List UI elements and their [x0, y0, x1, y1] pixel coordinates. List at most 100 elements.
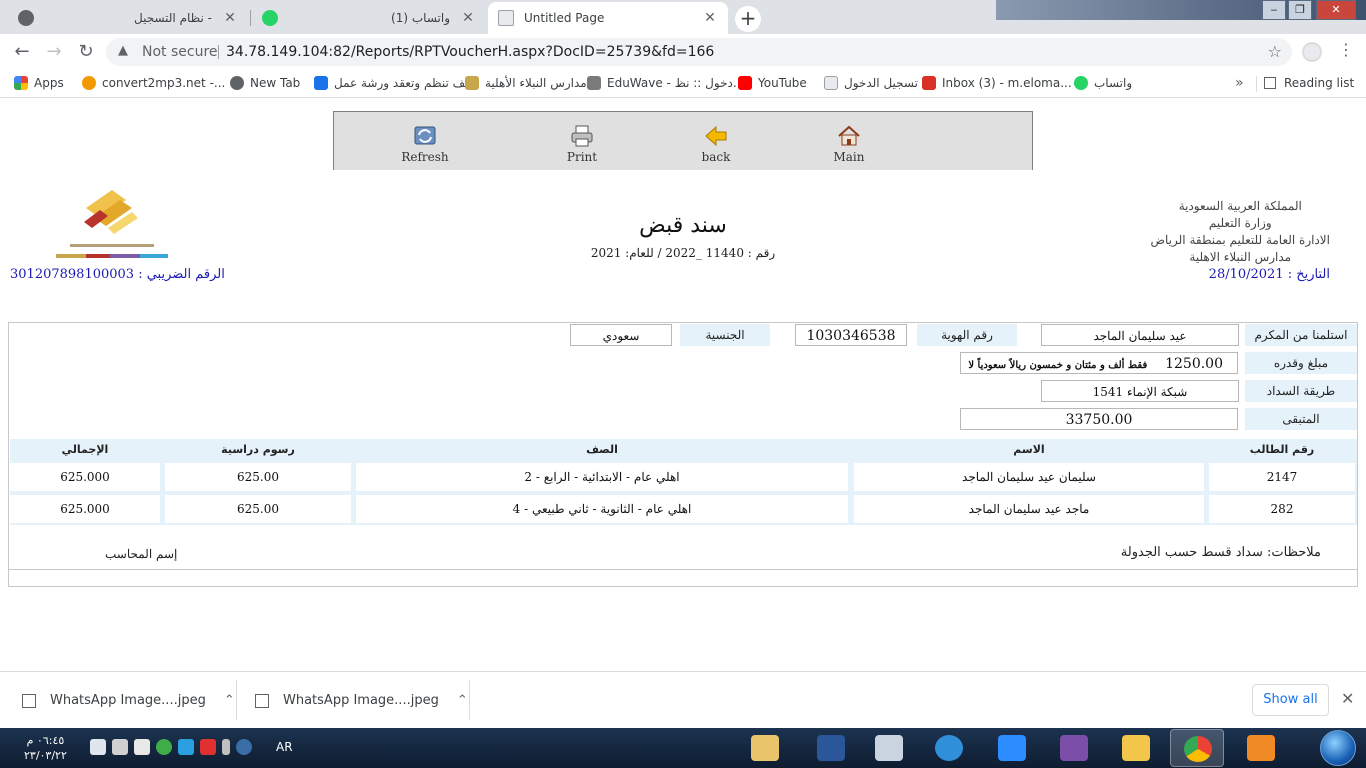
taskbar-zoom[interactable] — [985, 729, 1039, 767]
bookmark-new-tab[interactable]: New Tab — [230, 76, 300, 90]
bookmark-youtube[interactable]: YouTube — [738, 76, 807, 90]
voucher-number: رقم : 11440 _2022 / للعام: 2021 — [590, 246, 776, 260]
cell-total: 625.000 — [10, 463, 160, 491]
whatsapp-icon — [262, 10, 278, 26]
back-label: back — [701, 150, 731, 164]
close-icon[interactable]: ✕ — [702, 10, 718, 26]
nationality-label: الجنسية — [680, 324, 770, 346]
back-arrow-icon — [705, 125, 727, 147]
bookmark-convert2mp3[interactable]: convert2mp3.net -... — [82, 76, 225, 90]
cell-class: اهلي عام - الثانوية - ثاني طبيعي - 4 — [356, 495, 848, 523]
tray-arrow-icon[interactable] — [222, 739, 230, 755]
more-bookmarks-icon[interactable]: » — [1235, 75, 1244, 91]
refresh-button[interactable]: Refresh — [385, 124, 465, 164]
cell-name: سليمان عيد سليمان الماجد — [854, 463, 1204, 491]
chevron-up-icon[interactable]: ⌃ — [457, 693, 468, 708]
taskbar-calculator[interactable] — [862, 729, 916, 767]
divider — [1256, 76, 1257, 92]
remaining-value: 33750.00 — [960, 408, 1238, 430]
bookmark-eduwave[interactable]: EduWave - دخول :: نظ... — [587, 76, 744, 90]
taskbar-visual-studio[interactable] — [1047, 729, 1101, 767]
main-button[interactable]: Main — [809, 124, 889, 164]
system-clock[interactable]: ٠٦:٤٥ م ٢٣/٠٣/٢٢ — [24, 733, 67, 763]
bookmark-alnobalaa[interactable]: مدارس النبلاء الأهلية — [465, 76, 587, 90]
volume-icon[interactable] — [134, 739, 150, 755]
download-item[interactable]: WhatsApp Image....jpeg ⌃ — [255, 672, 468, 729]
download-filename: WhatsApp Image....jpeg — [283, 693, 439, 708]
convert2mp3-icon — [82, 76, 96, 90]
taskbar-word[interactable] — [804, 729, 858, 767]
fees-table-header: رقم الطالب الاسم الصف رسوم دراسية الإجما… — [10, 439, 1357, 461]
remaining-label: المتبقى — [1245, 408, 1357, 430]
download-bar: WhatsApp Image....jpeg ⌃ WhatsApp Image.… — [0, 671, 1366, 728]
bookmark-label: Inbox (3) - m.eloma... — [942, 76, 1072, 90]
maximize-button[interactable]: ❐ — [1288, 0, 1312, 20]
id-label: رقم الهوية — [917, 324, 1017, 346]
close-icon[interactable]: ✕ — [222, 10, 238, 26]
back-button[interactable]: back — [676, 124, 756, 164]
action-center-icon[interactable] — [90, 739, 106, 755]
cell-total: 625.000 — [10, 495, 160, 523]
close-icon[interactable]: ✕ — [460, 10, 476, 26]
voucher-form: استلمنا من المكرم عيد سليمان الماجد رقم … — [8, 322, 1358, 587]
close-icon[interactable]: ✕ — [1341, 689, 1354, 708]
tab-registration[interactable]: نظام التسجيل - ✕ — [8, 2, 248, 34]
window-close-button[interactable]: ✕ — [1316, 0, 1356, 20]
taskbar-explorer[interactable] — [1109, 729, 1163, 767]
network-icon[interactable] — [112, 739, 128, 755]
printer-icon — [571, 125, 593, 147]
bookmark-apps[interactable]: Apps — [14, 76, 64, 90]
sync-icon[interactable] — [156, 739, 172, 755]
eduwave-icon — [587, 76, 601, 90]
download-item[interactable]: WhatsApp Image....jpeg ⌃ — [22, 672, 235, 729]
tray-app-icon[interactable] — [200, 739, 216, 755]
id-number-value: 1030346538 — [795, 324, 907, 346]
taskbar-app[interactable] — [922, 729, 976, 767]
chevron-up-icon[interactable]: ⌃ — [224, 693, 235, 708]
back-arrow-icon[interactable]: ← — [10, 40, 34, 64]
security-status[interactable]: Not secure — [142, 44, 218, 60]
workshop-icon — [314, 76, 328, 90]
paint-icon — [751, 735, 779, 761]
url-text[interactable]: 34.78.149.104:82/Reports/RPTVoucherH.asp… — [226, 44, 714, 60]
forward-arrow-icon[interactable]: → — [42, 40, 66, 64]
tab-whatsapp[interactable]: (1) واتساب ✕ — [252, 2, 486, 34]
bookmark-label: New Tab — [250, 76, 301, 90]
menu-kebab-icon[interactable]: ⋮ — [1338, 40, 1354, 59]
new-tab-button[interactable]: + — [735, 6, 761, 32]
received-from-value: عيد سليمان الماجد — [1041, 324, 1239, 346]
notes-text: ملاحظات: سداد قسط حسب الجدولة — [1120, 545, 1321, 560]
bookmark-login[interactable]: تسجيل الدخول — [824, 76, 918, 90]
windows-taskbar: ٠٦:٤٥ م ٢٣/٠٣/٢٢ AR — [0, 728, 1366, 768]
minimize-button[interactable]: ‒ — [1262, 0, 1286, 20]
language-bar-icon[interactable] — [236, 739, 252, 755]
taskbar-media[interactable] — [1234, 729, 1288, 767]
taskbar-chrome[interactable] — [1170, 729, 1224, 767]
bookmark-whatsapp[interactable]: واتساب — [1074, 76, 1132, 90]
profile-avatar[interactable] — [1302, 42, 1322, 62]
bookmark-workshop[interactable]: كيف تنظم وتعقد ورشة عمل — [314, 76, 474, 90]
reading-list-label: Reading list — [1284, 76, 1355, 90]
amount-label: مبلغ وقدره — [1245, 352, 1357, 374]
show-all-button[interactable]: Show all — [1252, 684, 1329, 716]
cell-student-no: 2147 — [1209, 463, 1355, 491]
bookmark-star-icon[interactable]: ☆ — [1268, 42, 1282, 61]
tab-untitled-page[interactable]: Untitled Page ✕ — [488, 2, 728, 34]
start-button[interactable] — [1320, 730, 1356, 766]
chrome-icon — [1184, 736, 1212, 762]
reading-list-button[interactable]: Reading list — [1264, 76, 1354, 90]
refresh-label: Refresh — [401, 150, 449, 164]
refresh-icon — [414, 126, 436, 145]
column-student-no: رقم الطالب — [1249, 443, 1315, 456]
print-button[interactable]: Print — [542, 124, 622, 164]
reload-icon[interactable]: ↻ — [74, 40, 98, 64]
language-indicator[interactable]: AR — [276, 740, 293, 754]
payment-method-value: شبكة الإنماء 1541 — [1041, 380, 1239, 402]
image-file-icon — [22, 693, 36, 708]
main-label: Main — [833, 150, 865, 164]
tray-app-icon[interactable] — [178, 739, 194, 755]
taskbar-paint[interactable] — [738, 729, 792, 767]
bookmark-gmail[interactable]: Inbox (3) - m.eloma... — [922, 76, 1072, 90]
bookmark-label: واتساب — [1094, 76, 1133, 90]
address-bar[interactable]: ▲ Not secure 34.78.149.104:82/Reports/RP… — [106, 38, 1292, 66]
